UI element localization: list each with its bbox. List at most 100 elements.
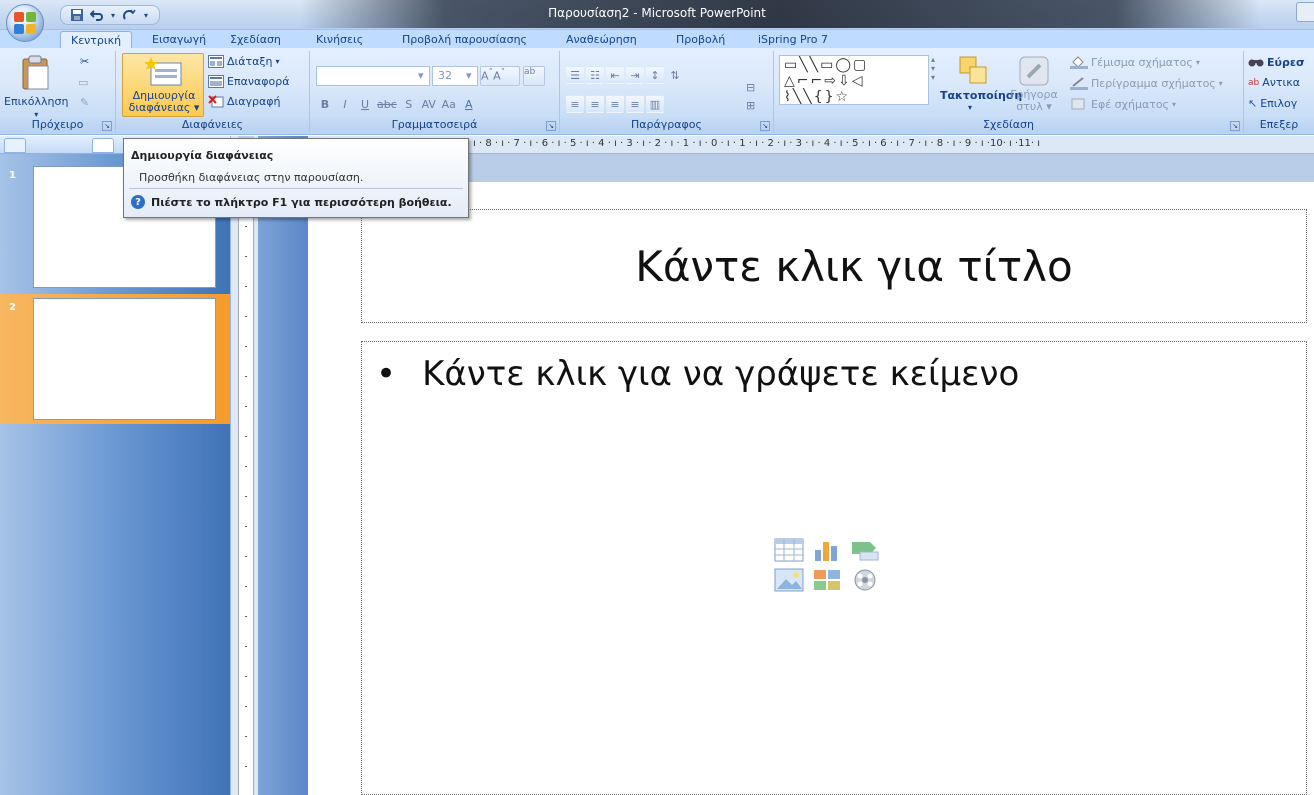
delete-slide-button[interactable]: Διαγραφή [208,95,280,108]
layout-icon [208,55,224,68]
new-slide-tooltip: Δημιουργία διαφάνειας Προσθήκη διαφάνεια… [123,138,469,218]
tab-review[interactable]: Αναθεώρηση [556,31,647,49]
paragraph-launcher-icon[interactable]: ↘ [760,121,770,131]
quick-styles-button[interactable]: Γρήγορα στυλ ▾ [1010,55,1058,119]
font-size-value: 32 [438,69,452,82]
clipboard-launcher-icon[interactable]: ↘ [102,121,112,131]
align-center-icon[interactable]: ≡ [586,95,604,113]
replace-button[interactable]: ab Αντικα [1248,76,1300,89]
content-placeholder[interactable]: • Κάντε κλικ για να γράψετε κείμενο [361,341,1307,795]
title-placeholder[interactable]: Κάντε κλικ για τίτλο [361,209,1307,323]
smartart-convert-icon[interactable]: ⊞ [746,99,755,112]
new-slide-icon [145,57,182,86]
paragraph-row-2: ≡ ≡ ≡ ≡ ▥ [566,95,664,113]
tab-slide-show[interactable]: Προβολή παρουσίασης [392,31,537,49]
paragraph-row-1: ☰ ☷ ⇤ ⇥ ↕ ⇅ [566,66,684,84]
shadow-icon[interactable]: S [400,95,418,113]
tab-slides-icon[interactable] [4,138,26,153]
undo-icon[interactable] [89,7,105,23]
font-name-dropdown-icon[interactable]: ▾ [418,69,424,82]
strikethrough-icon[interactable]: abc [376,95,398,113]
grow-shrink-font-buttons[interactable]: A˄A˅ [480,66,520,86]
font-size-dropdown-icon[interactable]: ▾ [466,69,472,82]
group-font: ▾ 32 ▾ A˄A˅ ab B I U abc S AV Aa A Γραμμ… [310,51,560,133]
bullets-icon[interactable]: ☰ [566,66,584,84]
font-color-icon[interactable]: A [460,95,478,113]
slide-thumbnail-2[interactable] [33,298,216,420]
group-paragraph: ☰ ☷ ⇤ ⇥ ↕ ⇅ ≡ ≡ ≡ ≡ ▥ ⊟ ⊞ Παράγραφος ↘ [560,51,774,133]
group-label-slides: Διαφάνειες [116,118,309,133]
numbering-icon[interactable]: ☷ [586,66,604,84]
format-painter-icon[interactable]: ✎ [80,96,89,109]
drawing-launcher-icon[interactable]: ↘ [1230,121,1240,131]
window-control-partial[interactable] [1296,2,1314,22]
customize-qat-icon[interactable]: ▾ [141,7,151,23]
insert-picture-icon[interactable] [774,568,804,594]
ribbon-tabs: Κεντρική Εισαγωγή Σχεδίαση Κινήσεις Προβ… [0,30,1314,49]
italic-icon[interactable]: I [336,95,354,113]
align-text-icon[interactable]: ⊟ [746,81,755,94]
paste-button[interactable]: Επικόλληση ▾ [4,55,68,119]
cut-icon[interactable]: ✂ [80,55,89,68]
tab-insert[interactable]: Εισαγωγή [142,31,216,49]
title-placeholder-text: Κάντε κλικ για τίτλο [635,241,1073,291]
shape-fill-button[interactable]: Γέμισμα σχήματος ▾ [1070,55,1200,69]
tab-view[interactable]: Προβολή [666,31,735,49]
tab-home[interactable]: Κεντρική [60,31,133,49]
arrange-button[interactable]: Τακτοποίηση ▾ [940,55,1022,117]
shape-outline-button[interactable]: Περίγραμμα σχήματος ▾ [1070,76,1223,90]
shape-effects-button[interactable]: Εφέ σχήματος ▾ [1070,97,1176,111]
shapes-gallery-scroll[interactable]: ▴ ▾ ▾ [931,55,935,82]
content-bullet-line: • Κάντε κλικ για να γράψετε κείμενο [376,354,1019,394]
shapes-gallery[interactable]: ▭╲╲▭◯▢ △⌐⌐⇨⇩◁ ⌇╲╲{}☆ [779,55,929,105]
office-button[interactable] [6,4,44,42]
font-launcher-icon[interactable]: ↘ [546,121,556,131]
window-title: Παρουσίαση2 - Microsoft PowerPoint [548,6,766,20]
line-spacing-icon[interactable]: ↕ [646,66,664,84]
select-cursor-icon: ↖ [1248,97,1258,110]
justify-icon[interactable]: ≡ [626,95,644,113]
title-bar: Παρουσίαση2 - Microsoft PowerPoint ▾ ▾ [0,0,1314,30]
text-direction-icon[interactable]: ⇅ [666,66,684,84]
redo-icon[interactable] [121,7,137,23]
insert-smartart-icon[interactable] [850,538,880,564]
character-spacing-icon[interactable]: AV [420,95,438,113]
group-label-font: Γραμματοσειρά [310,118,559,133]
tab-animations[interactable]: Κινήσεις [306,31,373,49]
copy-icon[interactable]: ▭ [78,76,88,89]
clear-formatting-icon[interactable]: ab [523,66,545,86]
align-right-icon[interactable]: ≡ [606,95,624,113]
tooltip-title: Δημιουργία διαφάνειας [131,149,274,162]
tab-outline-icon[interactable] [92,138,114,153]
insert-clipart-icon[interactable] [812,568,842,594]
tab-ispring[interactable]: iSpring Pro 7 [748,31,838,49]
increase-indent-icon[interactable]: ⇥ [626,66,644,84]
shape-fill-icon [1070,56,1088,69]
select-button[interactable]: ↖ Επιλογ [1248,97,1297,110]
replace-icon: ab [1248,77,1260,88]
save-icon[interactable] [69,7,85,23]
reset-button[interactable]: Επαναφορά [208,75,289,88]
bold-icon[interactable]: B [316,95,334,113]
tab-design[interactable]: Σχεδίαση [220,31,291,49]
find-button[interactable]: Εύρεσ [1248,55,1305,69]
decrease-indent-icon[interactable]: ⇤ [606,66,624,84]
slide-number: 2 [9,302,16,313]
delete-slide-icon [208,95,224,108]
new-slide-button[interactable]: Δημιουργία διαφάνειας ▾ [122,53,204,117]
underline-icon[interactable]: U [356,95,374,113]
layout-button[interactable]: Διάταξη ▾ [208,55,280,68]
shape-effects-icon [1071,98,1085,110]
undo-dropdown-icon[interactable]: ▾ [109,7,117,23]
help-icon: ? [131,195,145,209]
insert-table-icon[interactable] [774,538,804,564]
shape-outline-icon [1070,77,1088,90]
paste-label: Επικόλληση [4,95,69,108]
font-name-combo[interactable] [316,66,430,86]
align-left-icon[interactable]: ≡ [566,95,584,113]
columns-icon[interactable]: ▥ [646,95,664,113]
new-slide-label-2: διαφάνειας ▾ [128,101,200,114]
change-case-icon[interactable]: Aa [440,95,458,113]
insert-media-icon[interactable] [850,568,880,594]
insert-chart-icon[interactable] [812,538,842,564]
